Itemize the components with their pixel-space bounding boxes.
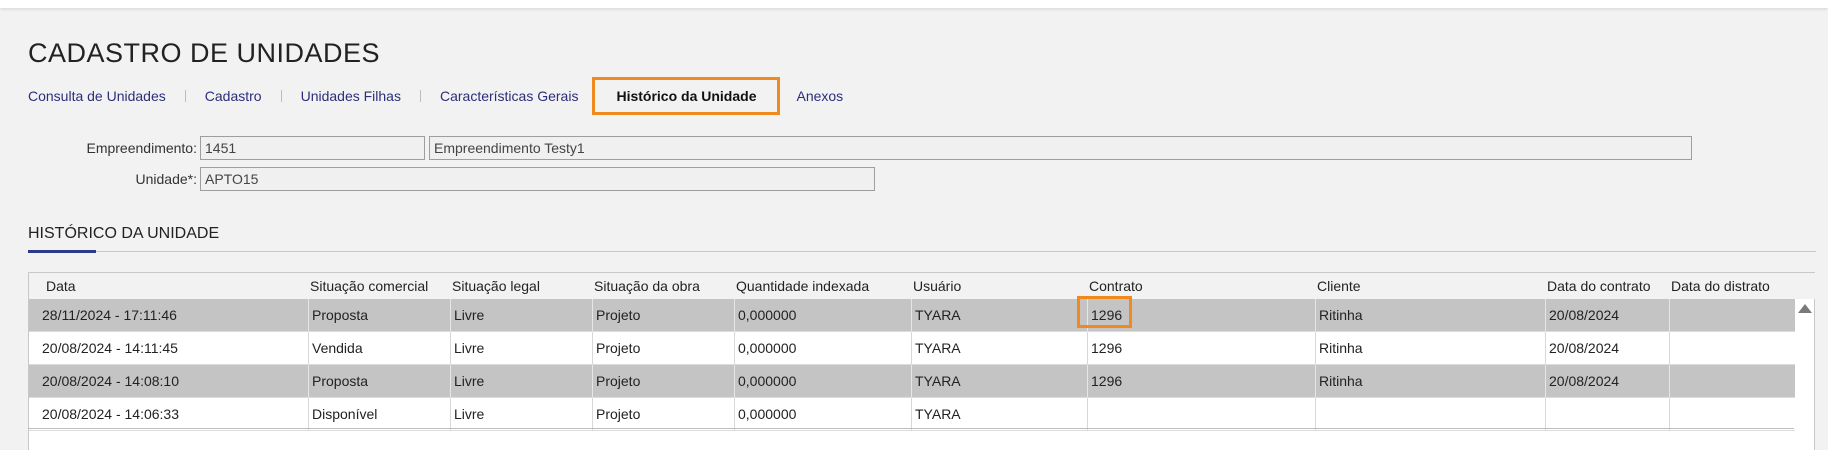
cell-contrato: 1296 xyxy=(1087,365,1315,398)
grid-bottom-border xyxy=(28,428,1794,429)
cell-situacao-legal: Livre xyxy=(450,365,592,398)
column-header-situacao-da-obra[interactable]: Situação da obra xyxy=(594,278,700,294)
cell-situacao-obra: Projeto xyxy=(592,332,734,365)
column-header-cliente[interactable]: Cliente xyxy=(1317,278,1361,294)
table-row[interactable]: 20/08/2024 - 14:11:45 Vendida Livre Proj… xyxy=(29,332,1795,365)
tab-consulta-de-unidades[interactable]: Consulta de Unidades xyxy=(28,88,166,104)
column-header-situacao-legal[interactable]: Situação legal xyxy=(452,278,540,294)
grid-body: 28/11/2024 - 17:11:46 Proposta Livre Pro… xyxy=(29,299,1795,431)
cell-data-contrato: 20/08/2024 xyxy=(1545,299,1669,332)
cell-quantidade-indexada: 0,000000 xyxy=(734,398,911,431)
cell-quantidade-indexada: 0,000000 xyxy=(734,299,911,332)
cell-data: 20/08/2024 - 14:06:33 xyxy=(42,406,180,422)
table-row[interactable]: 20/08/2024 - 14:06:33 Disponível Livre P… xyxy=(29,398,1795,431)
cell-situacao-obra: Projeto xyxy=(592,299,734,332)
cell-situacao-comercial: Disponível xyxy=(308,398,450,431)
cell-data-contrato: 20/08/2024 xyxy=(1545,365,1669,398)
cell-contrato xyxy=(1087,398,1315,431)
tab-caracteristicas-gerais[interactable]: Características Gerais xyxy=(440,88,578,104)
empreendimento-code-field[interactable]: 1451 xyxy=(200,136,425,160)
cell-data-distrato xyxy=(1669,299,1795,332)
column-header-quantidade-indexada[interactable]: Quantidade indexada xyxy=(736,278,869,294)
cell-data-contrato: 20/08/2024 xyxy=(1545,332,1669,365)
empreendimento-name-field[interactable]: Empreendimento Testy1 xyxy=(429,136,1692,160)
tab-separator xyxy=(184,90,186,102)
cell-usuario: TYARA xyxy=(911,299,1087,332)
tab-separator xyxy=(419,90,421,102)
table-row[interactable]: 28/11/2024 - 17:11:46 Proposta Livre Pro… xyxy=(29,299,1795,332)
table-row[interactable]: 20/08/2024 - 14:08:10 Proposta Livre Pro… xyxy=(29,365,1795,398)
unidade-row: Unidade*: APTO15 xyxy=(28,167,875,191)
cell-data-distrato xyxy=(1669,332,1795,365)
triangle-up-icon[interactable] xyxy=(1798,304,1812,313)
cell-data-distrato xyxy=(1669,365,1795,398)
column-header-data-do-distrato[interactable]: Data do distrato xyxy=(1671,278,1770,294)
tab-anexos[interactable]: Anexos xyxy=(796,88,843,104)
column-header-contrato[interactable]: Contrato xyxy=(1089,278,1143,294)
tab-historico-da-unidade[interactable]: Histórico da Unidade xyxy=(592,77,781,115)
cell-data-contrato xyxy=(1545,398,1669,431)
contrato-highlight-box xyxy=(1077,296,1132,328)
cell-cliente: Ritinha xyxy=(1315,332,1545,365)
cell-contrato: 1296 xyxy=(1087,332,1315,365)
column-header-data-do-contrato[interactable]: Data do contrato xyxy=(1547,278,1651,294)
cell-situacao-comercial: Vendida xyxy=(308,332,450,365)
tab-cadastro[interactable]: Cadastro xyxy=(205,88,262,104)
column-header-usuario[interactable]: Usuário xyxy=(913,278,961,294)
cell-data: 20/08/2024 - 14:11:45 xyxy=(42,340,178,356)
cell-data: 28/11/2024 - 17:11:46 xyxy=(42,307,177,323)
cell-cliente: Ritinha xyxy=(1315,299,1545,332)
cell-situacao-obra: Projeto xyxy=(592,365,734,398)
cell-situacao-comercial: Proposta xyxy=(308,299,450,332)
unidade-label: Unidade*: xyxy=(135,171,198,187)
section-divider xyxy=(28,251,1816,252)
tab-bar: Consulta de Unidades Cadastro Unidades F… xyxy=(28,77,843,115)
section-title: HISTÓRICO DA UNIDADE xyxy=(28,225,220,242)
cell-cliente: Ritinha xyxy=(1315,365,1545,398)
column-header-situacao-comercial[interactable]: Situação comercial xyxy=(310,278,428,294)
cell-quantidade-indexada: 0,000000 xyxy=(734,332,911,365)
history-grid: Data Situação comercial Situação legal S… xyxy=(28,272,1816,450)
top-bar xyxy=(0,0,1828,8)
tab-unidades-filhas[interactable]: Unidades Filhas xyxy=(301,88,401,104)
cell-data: 20/08/2024 - 14:08:10 xyxy=(42,373,180,389)
unidade-field[interactable]: APTO15 xyxy=(200,167,875,191)
cell-usuario: TYARA xyxy=(911,332,1087,365)
cell-situacao-obra: Projeto xyxy=(592,398,734,431)
cell-usuario: TYARA xyxy=(911,365,1087,398)
cell-usuario: TYARA xyxy=(911,398,1087,431)
cell-situacao-legal: Livre xyxy=(450,299,592,332)
cell-cliente xyxy=(1315,398,1545,431)
column-header-data[interactable]: Data xyxy=(46,278,76,294)
cell-situacao-comercial: Proposta xyxy=(308,365,450,398)
cell-situacao-legal: Livre xyxy=(450,398,592,431)
cell-data-distrato xyxy=(1669,398,1795,431)
cell-quantidade-indexada: 0,000000 xyxy=(734,365,911,398)
section-accent-bar xyxy=(28,250,96,253)
empreendimento-label: Empreendimento: xyxy=(86,140,197,156)
cell-situacao-legal: Livre xyxy=(450,332,592,365)
page-title: CADASTRO DE UNIDADES xyxy=(28,38,381,68)
tab-separator xyxy=(280,90,282,102)
grid-header: Data Situação comercial Situação legal S… xyxy=(29,273,1816,299)
empreendimento-row: Empreendimento: 1451 Empreendimento Test… xyxy=(28,136,1692,160)
